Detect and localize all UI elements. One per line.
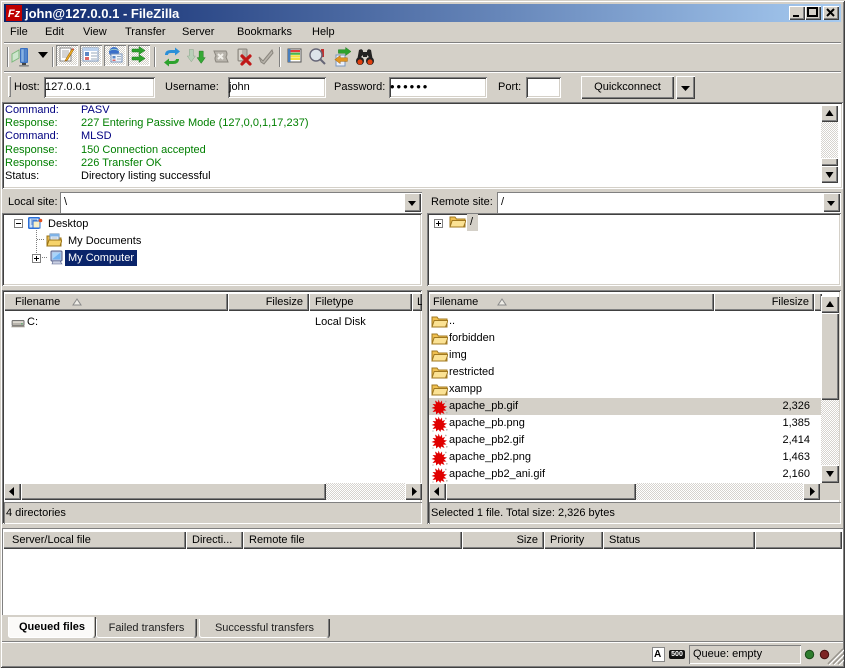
svg-text:Fz: Fz <box>8 8 21 20</box>
